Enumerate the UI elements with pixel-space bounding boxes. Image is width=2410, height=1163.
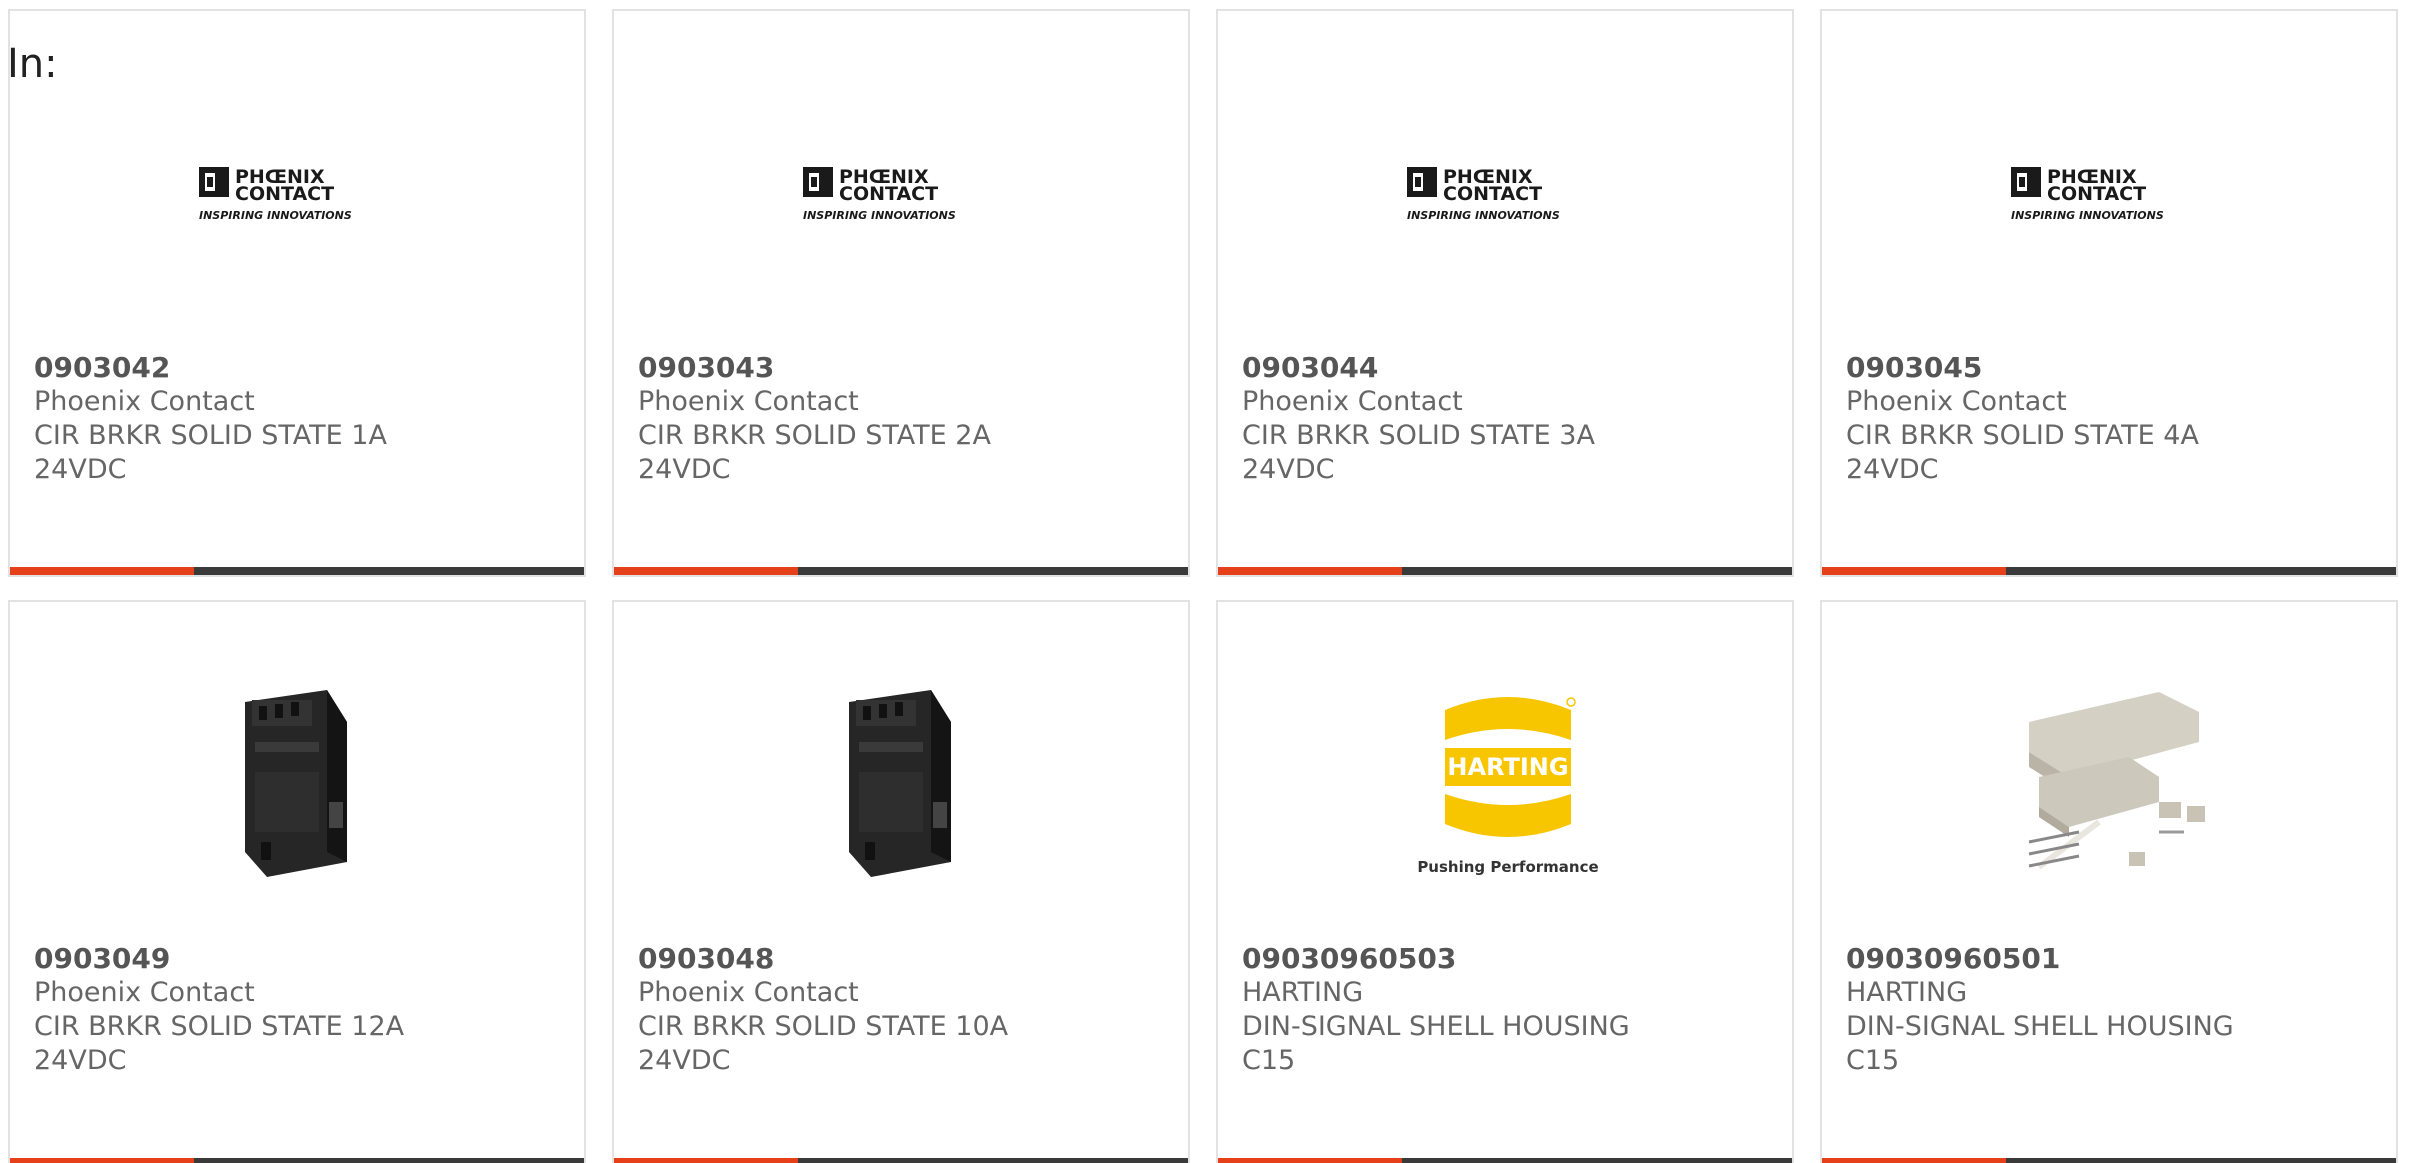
product-description-cont: 24VDC — [638, 1045, 731, 1076]
product-card[interactable]: PHŒNIX CONTACT INSPIRING INNOVATIONS 090… — [1820, 9, 2398, 577]
card-bottom-bar — [1218, 567, 1792, 575]
product-info: 0903048 Phoenix Contact CIR BRKR SOLID S… — [638, 942, 1078, 1078]
card-bottom-bar — [10, 1158, 584, 1163]
filter-label: In: — [7, 41, 58, 87]
svg-text:CONTACT: CONTACT — [1443, 183, 1542, 205]
part-number[interactable]: 0903044 — [1242, 351, 1682, 385]
card-accent — [1218, 567, 1402, 575]
product-description-cont: C15 — [1242, 1045, 1296, 1076]
manufacturer-name: HARTING — [1242, 977, 1364, 1008]
product-card[interactable]: 09030960501 HARTING DIN-SIGNAL SHELL HOU… — [1820, 600, 2398, 1163]
product-description: CIR BRKR SOLID STATE 4A — [1846, 420, 2199, 451]
manufacturer-name: Phoenix Contact — [1846, 386, 2067, 417]
product-thumbnail — [801, 682, 1007, 888]
card-accent — [10, 1158, 194, 1163]
product-info: 0903049 Phoenix Contact CIR BRKR SOLID S… — [34, 942, 474, 1078]
card-accent — [1822, 567, 2006, 575]
product-info: 0903042 Phoenix Contact CIR BRKR SOLID S… — [34, 351, 474, 487]
product-thumbnail: PHŒNIX CONTACT INSPIRING INNOVATIONS — [2009, 91, 2215, 297]
card-bottom-bar — [614, 567, 1188, 575]
svg-text:Pushing Performance: Pushing Performance — [1417, 858, 1598, 876]
part-number[interactable]: 0903043 — [638, 351, 1078, 385]
product-info: 09030960503 HARTING DIN-SIGNAL SHELL HOU… — [1242, 942, 1682, 1078]
phoenix-contact-logo: PHŒNIX CONTACT INSPIRING INNOVATIONS — [199, 166, 352, 222]
svg-text:CONTACT: CONTACT — [2047, 183, 2146, 205]
card-accent — [1822, 1158, 2006, 1163]
card-accent — [1218, 1158, 1402, 1163]
product-description: CIR BRKR SOLID STATE 1A — [34, 420, 387, 451]
product-card[interactable]: HARTING Pushing Performance 09030960503 … — [1216, 600, 1794, 1163]
circuit-breaker-photo — [245, 690, 347, 877]
phoenix-contact-logo: PHŒNIX CONTACT INSPIRING INNOVATIONS — [803, 166, 956, 222]
svg-text:INSPIRING INNOVATIONS: INSPIRING INNOVATIONS — [803, 209, 956, 222]
product-description: DIN-SIGNAL SHELL HOUSING — [1242, 1011, 1630, 1042]
circuit-breaker-photo — [849, 690, 951, 877]
product-description-cont: 24VDC — [638, 454, 731, 485]
product-info: 0903043 Phoenix Contact CIR BRKR SOLID S… — [638, 351, 1078, 487]
product-description-cont: 24VDC — [34, 454, 127, 485]
product-description-cont: 24VDC — [34, 1045, 127, 1076]
product-info: 0903044 Phoenix Contact CIR BRKR SOLID S… — [1242, 351, 1682, 487]
product-thumbnail: HARTING Pushing Performance — [1405, 682, 1611, 888]
product-description-cont: 24VDC — [1242, 454, 1335, 485]
product-description: CIR BRKR SOLID STATE 3A — [1242, 420, 1595, 451]
svg-text:CONTACT: CONTACT — [235, 183, 334, 205]
card-accent — [614, 1158, 798, 1163]
part-number[interactable]: 0903049 — [34, 942, 474, 976]
product-description: CIR BRKR SOLID STATE 2A — [638, 420, 991, 451]
manufacturer-name: Phoenix Contact — [34, 386, 255, 417]
card-bottom-bar — [1822, 567, 2396, 575]
card-accent — [614, 567, 798, 575]
part-number[interactable]: 0903045 — [1846, 351, 2286, 385]
product-thumbnail: PHŒNIX CONTACT INSPIRING INNOVATIONS — [801, 91, 1007, 297]
svg-text:CONTACT: CONTACT — [839, 183, 938, 205]
product-card[interactable]: PHŒNIX CONTACT INSPIRING INNOVATIONS 090… — [1216, 9, 1794, 577]
manufacturer-name: Phoenix Contact — [34, 977, 255, 1008]
product-thumbnail: PHŒNIX CONTACT INSPIRING INNOVATIONS — [197, 91, 403, 297]
product-description: DIN-SIGNAL SHELL HOUSING — [1846, 1011, 2234, 1042]
part-number[interactable]: 0903042 — [34, 351, 474, 385]
product-info: 0903045 Phoenix Contact CIR BRKR SOLID S… — [1846, 351, 2286, 487]
card-bottom-bar — [1218, 1158, 1792, 1163]
part-number[interactable]: 09030960503 — [1242, 942, 1682, 976]
product-thumbnail — [2009, 682, 2215, 888]
product-card[interactable]: 0903048 Phoenix Contact CIR BRKR SOLID S… — [612, 600, 1190, 1163]
product-thumbnail: PHŒNIX CONTACT INSPIRING INNOVATIONS — [1405, 91, 1611, 297]
manufacturer-name: HARTING — [1846, 977, 1968, 1008]
svg-text:HARTING: HARTING — [1447, 753, 1568, 781]
svg-text:INSPIRING INNOVATIONS: INSPIRING INNOVATIONS — [2011, 209, 2164, 222]
product-card[interactable]: PHŒNIX CONTACT INSPIRING INNOVATIONS 090… — [8, 9, 586, 577]
product-results-page: In: PHŒNIX CONTACT INSPIRING INNOVATIONS… — [0, 0, 2410, 1163]
svg-text:INSPIRING INNOVATIONS: INSPIRING INNOVATIONS — [199, 209, 352, 222]
card-bottom-bar — [10, 567, 584, 575]
card-bottom-bar — [614, 1158, 1188, 1163]
product-info: 09030960501 HARTING DIN-SIGNAL SHELL HOU… — [1846, 942, 2286, 1078]
manufacturer-name: Phoenix Contact — [638, 977, 859, 1008]
product-description-cont: C15 — [1846, 1045, 1900, 1076]
part-number[interactable]: 0903048 — [638, 942, 1078, 976]
shell-housing-photo — [2028, 692, 2205, 870]
part-number[interactable]: 09030960501 — [1846, 942, 2286, 976]
card-accent — [10, 567, 194, 575]
card-bottom-bar — [1822, 1158, 2396, 1163]
phoenix-contact-logo: PHŒNIX CONTACT INSPIRING INNOVATIONS — [2011, 166, 2164, 222]
manufacturer-name: Phoenix Contact — [638, 386, 859, 417]
product-grid: PHŒNIX CONTACT INSPIRING INNOVATIONS 090… — [8, 9, 2398, 1163]
product-card[interactable]: 0903049 Phoenix Contact CIR BRKR SOLID S… — [8, 600, 586, 1163]
harting-logo: HARTING Pushing Performance — [1417, 697, 1599, 876]
product-description-cont: 24VDC — [1846, 454, 1939, 485]
manufacturer-name: Phoenix Contact — [1242, 386, 1463, 417]
product-thumbnail — [197, 682, 403, 888]
svg-text:INSPIRING INNOVATIONS: INSPIRING INNOVATIONS — [1407, 209, 1560, 222]
product-description: CIR BRKR SOLID STATE 12A — [34, 1011, 405, 1042]
product-card[interactable]: PHŒNIX CONTACT INSPIRING INNOVATIONS 090… — [612, 9, 1190, 577]
phoenix-contact-logo: PHŒNIX CONTACT INSPIRING INNOVATIONS — [1407, 166, 1560, 222]
product-description: CIR BRKR SOLID STATE 10A — [638, 1011, 1009, 1042]
